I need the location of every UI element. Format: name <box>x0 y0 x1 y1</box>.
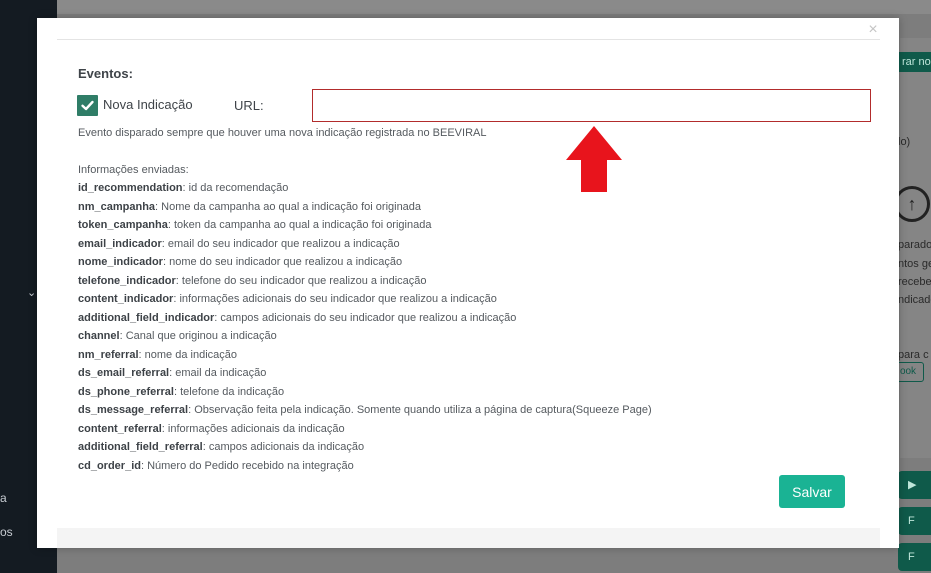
field-key: content_referral <box>78 422 162 435</box>
field-desc: : Observação feita pela indicação. Somen… <box>188 404 652 416</box>
field-key: id_recommendation <box>78 182 183 194</box>
background-text: ndicado <box>898 294 931 306</box>
field-row: cd_order_id: Número do Pedido recebido n… <box>78 457 652 476</box>
field-key: ds_phone_referral <box>78 385 174 398</box>
upload-icon: ↑ <box>894 186 930 222</box>
field-key: ds_email_referral <box>78 367 170 379</box>
field-row: additional_field_referral: campos adicio… <box>78 438 652 457</box>
background-action-button: rar no <box>898 52 931 72</box>
field-row: nome_indicador: nome do seu indicador qu… <box>78 253 652 272</box>
background-pill: ▶ <box>898 471 931 499</box>
field-key: additional_field_referral <box>78 441 203 453</box>
background-text: lo) <box>898 136 911 148</box>
webhook-modal: × Eventos: Nova Indicação URL: Evento di… <box>37 18 899 548</box>
checkbox-label[interactable]: Nova Indicação <box>103 97 193 112</box>
field-row: ds_email_referral: email da indicação <box>78 364 652 383</box>
nova-indicacao-checkbox[interactable] <box>77 95 98 116</box>
field-key: content_indicador <box>78 293 174 305</box>
field-desc: : campos adicionais da indicação <box>202 441 365 453</box>
field-key: cd_order_id <box>78 459 141 472</box>
field-row: content_referral: informações adicionais… <box>78 420 652 439</box>
field-desc: : nome da indicação <box>138 348 237 361</box>
field-row: additional_field_indicador: campos adici… <box>78 309 652 328</box>
field-desc: : email da indicação <box>169 367 267 379</box>
field-desc: : informações adicionais da indicação <box>161 422 345 435</box>
field-row: nm_campanha: Nome da campanha ao qual a … <box>78 198 652 217</box>
field-key: additional_field_indicador <box>78 311 215 324</box>
field-desc: : nome do seu indicador que realizou a i… <box>162 256 403 268</box>
field-row: email_indicador: email do seu indicador … <box>78 235 652 254</box>
field-key: telefone_indicador <box>78 274 176 287</box>
chevron-down-icon: ⌄ <box>27 287 37 299</box>
top-bar <box>57 0 931 14</box>
field-desc: : id da recomendação <box>182 182 289 194</box>
field-row: ds_phone_referral: telefone da indicação <box>78 383 652 402</box>
field-key: nm_referral <box>78 348 139 361</box>
sidebar-fragment: os <box>0 525 13 539</box>
fields-list: id_recommendation: id da recomendação nm… <box>78 179 652 475</box>
field-row: nm_referral: nome da indicação <box>78 346 652 365</box>
field-key: ds_message_referral <box>78 404 189 416</box>
field-key: channel <box>78 330 120 342</box>
close-icon[interactable]: × <box>863 20 883 40</box>
field-key: nome_indicador <box>78 256 163 268</box>
field-desc: : informações adicionais do seu indicado… <box>173 293 497 305</box>
save-button[interactable]: Salvar <box>779 475 845 508</box>
background-text: para c <box>898 349 929 361</box>
field-desc: : token da campanha ao qual a indicação … <box>167 219 432 231</box>
field-key: token_campanha <box>78 219 168 231</box>
field-key: email_indicador <box>78 237 162 250</box>
url-input[interactable] <box>312 89 871 122</box>
field-row: id_recommendation: id da recomendação <box>78 179 652 198</box>
check-icon <box>81 100 94 111</box>
field-row: channel: Canal que originou a indicação <box>78 327 652 346</box>
background-text: ntos ge <box>898 258 931 270</box>
field-row: ds_message_referral: Observação feita pe… <box>78 401 652 420</box>
field-desc: : telefone da indicação <box>173 385 285 398</box>
field-desc: : email do seu indicador que realizou a … <box>161 237 400 250</box>
background-pill: F <box>898 543 931 571</box>
background-text: parado <box>898 239 931 251</box>
field-desc: : Canal que originou a indicação <box>119 330 277 342</box>
sidebar-fragment: a <box>0 491 7 505</box>
modal-footer <box>57 528 880 548</box>
field-desc: : Nome da campanha ao qual a indicação f… <box>155 200 422 213</box>
field-row: content_indicador: informações adicionai… <box>78 290 652 309</box>
field-row: token_campanha: token da campanha ao qua… <box>78 216 652 235</box>
info-title: Informações enviadas: <box>78 164 189 176</box>
background-pill: F <box>898 507 931 535</box>
field-key: nm_campanha <box>78 200 156 213</box>
url-label: URL: <box>234 98 264 113</box>
field-desc: : Número do Pedido recebido na integraçã… <box>140 459 354 472</box>
field-row: telefone_indicador: telefone do seu indi… <box>78 272 652 291</box>
background-text: recebe <box>898 276 931 288</box>
event-description: Evento disparado sempre que houver uma n… <box>78 127 487 139</box>
events-title: Eventos: <box>78 66 133 81</box>
field-desc: : telefone do seu indicador que realizou… <box>175 274 427 287</box>
field-desc: : campos adicionais do seu indicador que… <box>214 311 517 324</box>
